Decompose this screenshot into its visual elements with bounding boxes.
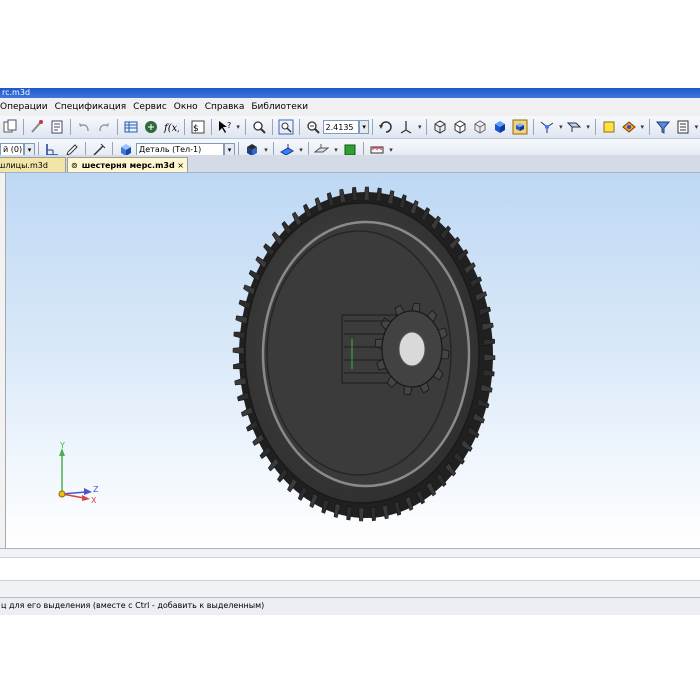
document-tabs: шлицы.m3d ⊚ шестерня мерс.m3d × bbox=[0, 155, 700, 173]
chevron-down-icon[interactable]: ▾ bbox=[235, 119, 242, 135]
status-text: ц для его выделения (вместе с Ctrl - доб… bbox=[1, 601, 265, 610]
thin-lines-icon[interactable] bbox=[472, 119, 488, 135]
zoom-to-fit-icon[interactable] bbox=[278, 119, 294, 135]
snap-icon[interactable] bbox=[539, 119, 555, 135]
help-pointer-icon[interactable]: ? bbox=[217, 119, 233, 135]
properties-panel bbox=[0, 548, 700, 597]
standard-toolbar: f(x) $ ? ▾ 2.4135 ▾ ▾ ▾ ▾ ▾ ▾ bbox=[0, 116, 700, 139]
properties-panel-field bbox=[0, 557, 700, 581]
function-icon[interactable]: f(x) bbox=[163, 119, 179, 135]
toolbar-separator bbox=[298, 119, 300, 135]
gear-tooth bbox=[483, 353, 496, 362]
gear-tooth bbox=[232, 346, 245, 355]
chevron-down-icon[interactable]: ▾ bbox=[639, 119, 646, 135]
menu-libraries[interactable]: Библиотеки bbox=[251, 102, 315, 112]
tab-gear[interactable]: ⊚ шестерня мерс.m3d × bbox=[67, 157, 188, 172]
halftone-icon[interactable] bbox=[492, 119, 508, 135]
toolbar-separator bbox=[210, 119, 212, 135]
svg-text:f(x): f(x) bbox=[163, 123, 179, 134]
z-axis-label: Z bbox=[93, 485, 99, 494]
window-title: rc.m3d bbox=[2, 88, 31, 97]
report-icon[interactable] bbox=[675, 119, 691, 135]
x-axis-label: X bbox=[91, 496, 97, 505]
tab-shlitsy[interactable]: шлицы.m3d bbox=[0, 157, 66, 172]
kompas-window: rc.m3d Операции Спецификация Сервис Окно… bbox=[0, 88, 700, 615]
shaded-icon[interactable] bbox=[512, 119, 528, 135]
toolbar-separator bbox=[244, 119, 246, 135]
close-icon[interactable]: × bbox=[177, 159, 184, 172]
filter-icon[interactable] bbox=[655, 119, 671, 135]
model-viewport[interactable] bbox=[6, 173, 700, 548]
toolbar-separator bbox=[594, 119, 596, 135]
section-icon[interactable] bbox=[566, 119, 582, 135]
z-axis-arrow bbox=[84, 488, 92, 495]
orientation-icon[interactable] bbox=[398, 119, 414, 135]
title-bar: rc.m3d bbox=[0, 88, 700, 98]
menu-specification[interactable]: Спецификация bbox=[55, 102, 134, 112]
document-icon: ⊚ bbox=[71, 160, 78, 170]
svg-text:?: ? bbox=[227, 121, 231, 130]
zoom-dropdown-button[interactable]: ▾ bbox=[359, 120, 370, 134]
perspective-icon[interactable] bbox=[621, 119, 637, 135]
toolbar-separator bbox=[69, 119, 71, 135]
gear-tooth bbox=[233, 331, 246, 340]
menu-window[interactable]: Окно bbox=[174, 102, 205, 112]
table-icon[interactable] bbox=[123, 119, 139, 135]
toolbar-separator bbox=[426, 119, 428, 135]
y-axis-label: Y bbox=[59, 441, 65, 450]
hidden-lines-icon[interactable] bbox=[452, 119, 468, 135]
z-axis-line bbox=[61, 491, 87, 495]
variables-icon[interactable] bbox=[143, 119, 159, 135]
calculator-icon[interactable]: $ bbox=[190, 119, 206, 135]
chevron-down-icon[interactable]: ▾ bbox=[416, 119, 423, 135]
gear-model[interactable] bbox=[6, 173, 700, 548]
gear-tooth bbox=[483, 338, 496, 347]
gear-tooth bbox=[363, 186, 370, 201]
chevron-down-icon[interactable]: ▾ bbox=[557, 119, 564, 135]
wireframe-icon[interactable] bbox=[432, 119, 448, 135]
menu-operations[interactable]: Операции bbox=[0, 102, 55, 112]
properties-icon[interactable] bbox=[49, 119, 65, 135]
gear-tooth bbox=[370, 506, 377, 522]
gear-tooth bbox=[375, 187, 382, 202]
menu-bar: Операции Спецификация Сервис Окно Справк… bbox=[0, 98, 700, 117]
toolbar-separator bbox=[533, 119, 535, 135]
zoom-icon[interactable] bbox=[305, 119, 321, 135]
gear-tooth bbox=[232, 361, 245, 370]
gear-tooth bbox=[351, 186, 358, 202]
toolbar-separator bbox=[648, 119, 650, 135]
axis-origin bbox=[58, 490, 66, 498]
toolbar-separator bbox=[183, 119, 185, 135]
zoom-window-icon[interactable] bbox=[251, 119, 267, 135]
undo-icon[interactable] bbox=[76, 119, 92, 135]
axis-triad: Y Z X bbox=[58, 441, 99, 505]
brush-icon[interactable] bbox=[29, 119, 45, 135]
gear-tooth bbox=[346, 506, 353, 521]
toolbar-separator bbox=[23, 119, 24, 135]
chevron-down-icon[interactable]: ▾ bbox=[693, 119, 700, 135]
toolbar-separator bbox=[116, 119, 118, 135]
pinion-bore bbox=[398, 331, 426, 367]
toolbar-separator bbox=[372, 119, 374, 135]
chevron-down-icon[interactable]: ▾ bbox=[584, 119, 591, 135]
status-bar: ц для его выделения (вместе с Ctrl - доб… bbox=[0, 597, 700, 614]
yellow-cube-icon[interactable] bbox=[601, 119, 617, 135]
gear-tooth bbox=[358, 507, 365, 522]
menu-service[interactable]: Сервис bbox=[133, 102, 174, 112]
x-axis-arrow bbox=[82, 495, 90, 501]
copy-icon[interactable] bbox=[2, 119, 18, 135]
svg-text:$: $ bbox=[193, 124, 199, 134]
zoom-input[interactable]: 2.4135 bbox=[322, 120, 360, 134]
toolbar-separator bbox=[271, 119, 273, 135]
rotate-icon[interactable] bbox=[378, 119, 394, 135]
redo-icon[interactable] bbox=[96, 119, 112, 135]
menu-help[interactable]: Справка bbox=[205, 102, 252, 112]
